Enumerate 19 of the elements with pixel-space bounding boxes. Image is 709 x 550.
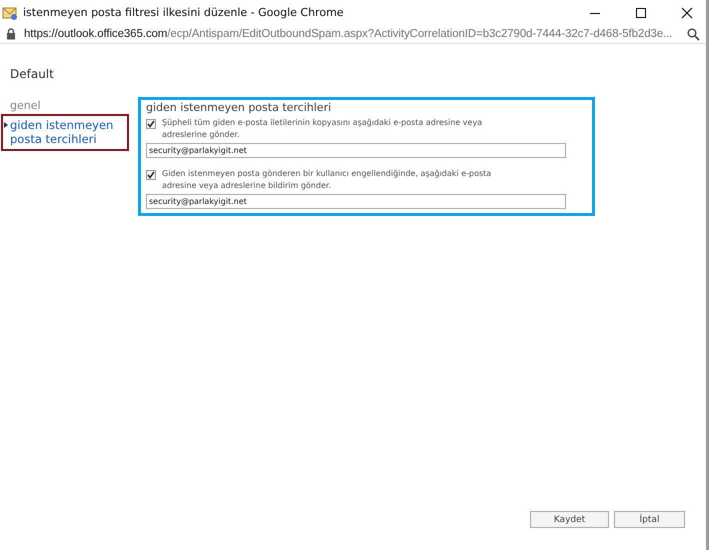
checkbox[interactable]: [146, 119, 156, 129]
checkbox[interactable]: [146, 170, 156, 180]
envelope-icon: [2, 6, 18, 20]
sidebar-item[interactable]: giden istenmeyen posta tercihleri: [1, 114, 129, 151]
search-icon[interactable]: [687, 28, 700, 40]
page-title: Default: [10, 67, 55, 81]
address-bar-url[interactable]: https://outlook.office365.com/ecp/Antispam/EditOutboundSpam.aspx?ActivityCorrelationID=b3c2790d-7444-32c7-d468-5fb2d3e...: [24, 28, 672, 40]
lock-icon: [6, 28, 16, 40]
email-input-field[interactable]: security@parlakyigit.net: [146, 143, 566, 158]
maximize-icon[interactable]: [635, 6, 647, 18]
checkbox-label: Şüpheli tüm giden e-posta iletilerinin kopyasını aşağıdaki e-posta adresine veya adreslerine gönder.: [162, 117, 484, 141]
email-input-field[interactable]: security@parlakyigit.net: [146, 194, 566, 209]
section-title: giden istenmeyen posta tercihleri: [146, 101, 332, 114]
checkbox-label: Giden istenmeyen posta gönderen bir kullanıcı engellendiğinde, aşağıdaki e-posta adresine veya adreslerine bildirim gönder.: [162, 168, 492, 192]
window-title: istenmeyen posta filtresi ilkesini düzenle - Google Chrome: [23, 6, 344, 19]
dialog-button[interactable]: Kaydet: [530, 511, 609, 528]
close-icon[interactable]: [681, 6, 693, 18]
sidebar-item[interactable]: genel: [1, 97, 129, 114]
dialog-button[interactable]: İptal: [614, 511, 685, 528]
